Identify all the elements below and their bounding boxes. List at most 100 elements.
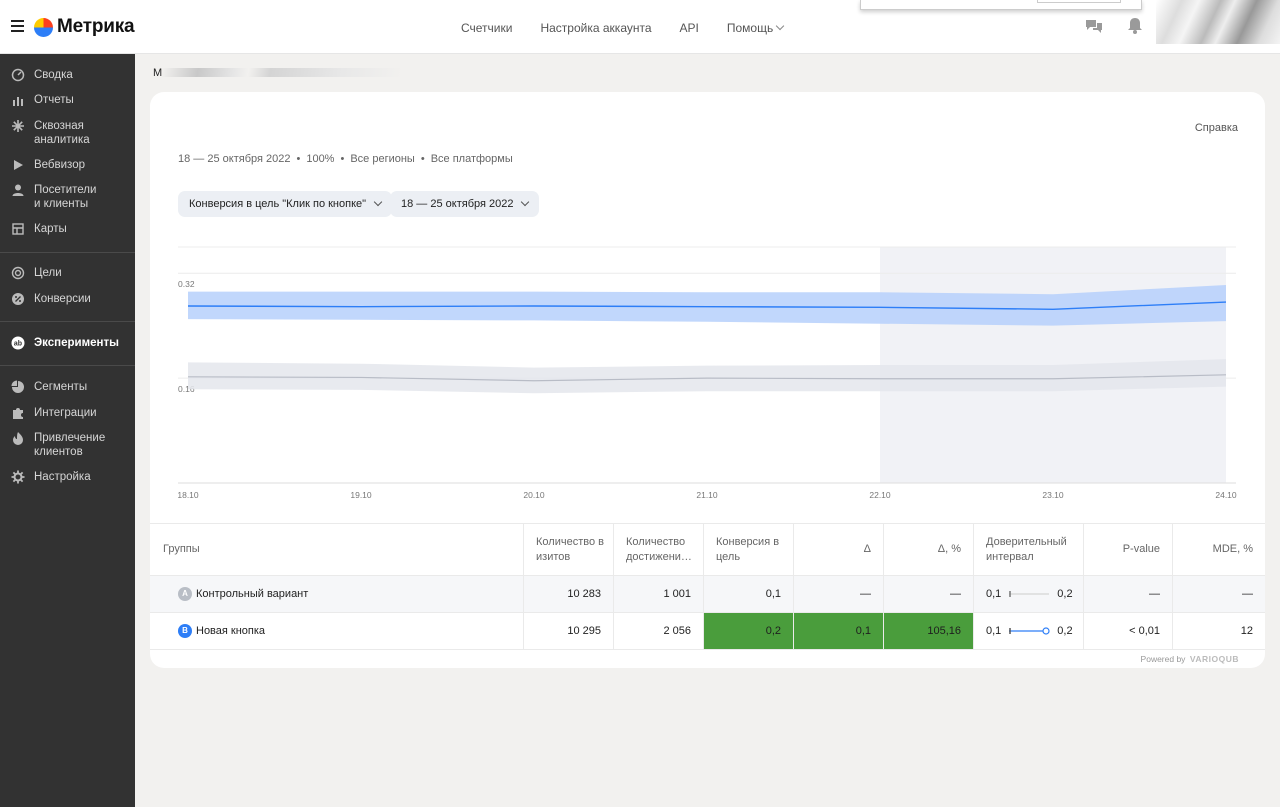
sidebar-item-0[interactable]: Сводка (0, 68, 135, 82)
ci-high: 0,2 (1057, 625, 1073, 637)
table-header-row: Группы Количество в изитов Количество дост… (150, 523, 1265, 576)
variant-badge: B (178, 624, 192, 638)
table-row[interactable]: B Новая кнопка 10 295 2 056 0,2 0,1 105,16 0,1 0… (150, 613, 1265, 650)
cell-content: B Новая кнопка (178, 613, 265, 649)
person-icon (12, 184, 24, 196)
table-header-label: MDE, % (1212, 543, 1253, 555)
y-tick-label: 0.32 (178, 279, 195, 289)
sidebar: Сводка Отчеты Сквозная аналитика Вебвизор По… (0, 54, 135, 807)
sidebar-item-4[interactable]: Посетители и клиенты (0, 183, 135, 211)
nav-account-settings[interactable]: Настройка аккаунта (540, 21, 651, 35)
table-cell-name: B Новая кнопка (150, 613, 524, 649)
sidebar-item-3[interactable]: Вебвизор (0, 158, 135, 172)
sidebar-divider (0, 365, 135, 366)
goal-select[interactable]: Конверсия в цель "Клик по кнопке" (178, 191, 393, 217)
sidebar-item-6[interactable]: Цели (0, 266, 135, 280)
table-header-cell[interactable]: Доверительный интервал (974, 524, 1084, 575)
sidebar-item-label: Интеграции (34, 407, 97, 419)
profile-area[interactable] (1156, 0, 1280, 44)
table-cell-ci: 0,1 0,2 (974, 613, 1084, 649)
table-header-label: Δ (863, 543, 871, 555)
sidebar-item-label: Сквозная аналитика (34, 120, 90, 146)
period-select[interactable]: 18 — 25 октября 2022 (390, 191, 540, 217)
bar-chart-icon (13, 97, 23, 106)
sidebar-item-10[interactable]: Интеграции (0, 406, 135, 420)
table-header-cell[interactable]: MDE, % (1173, 524, 1265, 575)
x-tick-label: 21.10 (696, 490, 718, 500)
table-cell-delta_pct: — (884, 576, 974, 612)
table-header-cell[interactable]: Группы (150, 524, 524, 575)
metrika-logo-icon[interactable] (34, 18, 53, 37)
cell-content: < 0,01 (1129, 625, 1160, 637)
x-tick-label: 19.10 (350, 490, 372, 500)
sidebar-item-5[interactable]: Карты (0, 222, 135, 236)
meta-regions[interactable]: Все регионы (350, 153, 415, 165)
ci-bar (1009, 591, 1050, 597)
pie-icon (11, 380, 24, 393)
cell-content: — (1242, 588, 1253, 600)
confidence-interval: 0,1 0,2 (986, 588, 1073, 600)
ci-low: 0,1 (986, 588, 1002, 600)
sidebar-item-9[interactable]: Сегменты (0, 380, 135, 394)
app-title[interactable]: Метрика (57, 16, 135, 38)
series-0-point (187, 305, 189, 307)
table-header-label: Доверительный интервал (986, 536, 1067, 563)
sidebar-item-2[interactable]: Сквозная аналитика (0, 119, 135, 147)
table-header-cell[interactable]: Количество в изитов (524, 524, 614, 575)
meta-platforms[interactable]: Все платформы (431, 153, 513, 165)
chevron-down-icon (521, 197, 530, 207)
table-cell-mde: 12 (1173, 613, 1265, 649)
x-tick-label: 23.10 (1042, 490, 1064, 500)
meta-sample[interactable]: 100% (306, 153, 334, 165)
table-header-cell[interactable]: Δ (794, 524, 884, 575)
sidebar-item-label: Конверсии (34, 293, 91, 305)
sidebar-divider (0, 321, 135, 322)
puzzle-icon (13, 408, 23, 419)
sidebar-item-8[interactable]: ab Эксперименты (0, 336, 135, 350)
sidebar-item-label: Цели (34, 267, 62, 279)
nav-api[interactable]: API (680, 21, 699, 35)
chat-icon[interactable] (1085, 18, 1103, 34)
table-header-label: Группы (163, 543, 200, 555)
sidebar-item-7[interactable]: Конверсии (0, 292, 135, 306)
cell-content: 105,16 (927, 625, 961, 637)
breadcrumb[interactable]: М (153, 67, 162, 79)
cell-content: 0,1 (765, 588, 781, 600)
sidebar-item-11[interactable]: Привлечение клиентов (0, 431, 135, 459)
menu-icon[interactable] (11, 20, 24, 32)
x-tick-label: 20.10 (523, 490, 545, 500)
help-link[interactable]: Справка (1195, 122, 1238, 134)
cell-content: 0,1 0,2 (986, 576, 1073, 612)
sidebar-item-label: Отчеты (34, 94, 74, 106)
table-header-cell[interactable]: P-value (1084, 524, 1173, 575)
cell-content: — (950, 588, 961, 600)
table-header-cell[interactable]: Конверсия в цель (704, 524, 794, 575)
varioqub-logo: VARIOQUB (1189, 654, 1239, 664)
cell-content: 1 001 (663, 588, 691, 600)
bell-icon[interactable] (1128, 17, 1142, 34)
table-cell-conversion: 0,2 (704, 613, 794, 649)
sidebar-item-label: Вебвизор (34, 159, 85, 171)
dashboard-icon (11, 68, 25, 82)
series-1-point (1052, 378, 1054, 380)
sidebar-item-1[interactable]: Отчеты (0, 93, 135, 107)
sidebar-item-label: Эксперименты (34, 337, 119, 349)
table-header-cell[interactable]: Δ, % (884, 524, 974, 575)
table-cell-conversion: 0,1 (704, 576, 794, 612)
series-1-point (187, 376, 189, 378)
table-header-cell[interactable]: Количество достижени… (614, 524, 704, 575)
series-0-point (706, 306, 708, 308)
sidebar-item-12[interactable]: Настройка (0, 470, 135, 484)
series-0-point (1052, 308, 1054, 310)
nav-counters[interactable]: Счетчики (461, 21, 512, 35)
flame-icon (13, 432, 23, 445)
x-tick-label: 18.10 (177, 490, 199, 500)
breadcrumb-blurred (162, 68, 402, 77)
powered-by[interactable]: Powered by VARIOQUB (1141, 654, 1239, 664)
table-row[interactable]: A Контрольный вариант 10 283 1 001 0,1— —0,1 0… (150, 576, 1265, 613)
conversion-chart: 0.160.3218.10 19.10 20.10 21.10 22.10 23.10 24… (177, 246, 1237, 500)
nav-help[interactable]: Помощь (727, 21, 785, 35)
sidebar-item-label: Карты (34, 223, 67, 235)
variant-name: Новая кнопка (196, 625, 266, 637)
series-0-point (879, 306, 881, 308)
